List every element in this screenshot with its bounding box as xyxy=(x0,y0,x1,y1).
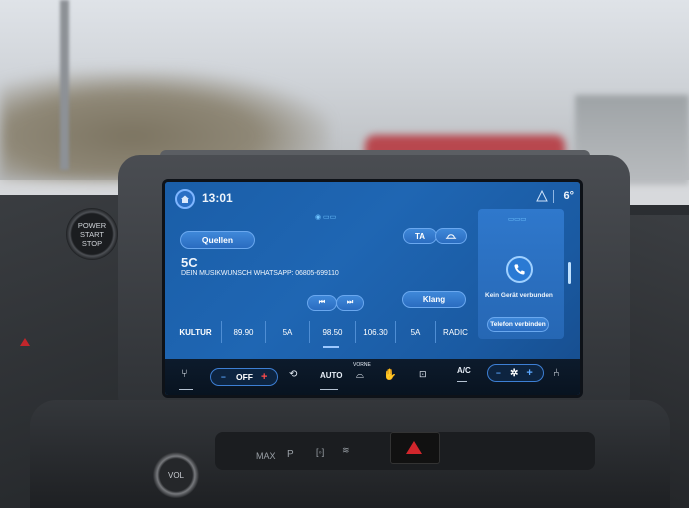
seat-heating-level xyxy=(179,389,193,390)
navigation-icon[interactable] xyxy=(536,190,548,202)
recirculation-icon[interactable]: ⟲ xyxy=(289,369,297,380)
phone-call-button[interactable] xyxy=(506,256,533,283)
home-button[interactable] xyxy=(175,189,195,209)
front-defrost-label: VORNE xyxy=(353,362,371,368)
preset-item[interactable]: KULTUR xyxy=(170,321,222,343)
preset-item[interactable]: 5A xyxy=(396,321,436,343)
page-indicator xyxy=(323,346,339,348)
auto-level xyxy=(320,389,338,390)
preset-item[interactable]: 5A xyxy=(266,321,310,343)
next-station-button[interactable]: ⏭ xyxy=(336,295,364,311)
temperature-control[interactable]: − ✲ + xyxy=(487,364,544,382)
power-start-stop-button[interactable]: POWER START STOP xyxy=(66,208,118,260)
vol-label: VOL xyxy=(167,470,184,480)
settings-icon xyxy=(445,233,457,239)
heated-steering-icon[interactable]: ✋ xyxy=(383,368,397,381)
fan-speed-icon: ✲ xyxy=(509,367,519,379)
climate-bar: ⑂ − OFF + ⟲ AUTO VORNE ⌓ ✋ ⊡ A/C − ✲ + ⑃ xyxy=(165,359,580,395)
phone-icon xyxy=(514,264,525,275)
start-label: START xyxy=(80,229,104,239)
seat-heating-passenger-icon[interactable]: ⑃ xyxy=(553,367,560,379)
station-name: 5C xyxy=(181,255,198,270)
phone-widget-header-icon: ▭▭▭ xyxy=(508,216,527,223)
infotainment-screen: 13:01 6° ◉ ▭▭ Quellen TA 5C DEIN MUSIKWU… xyxy=(165,182,580,395)
preset-bar: KULTUR 89.90 5A 98.50 106.30 5A RADIC xyxy=(170,321,475,343)
ac-button[interactable]: A/C xyxy=(457,366,471,375)
park-assist-button[interactable]: P xyxy=(287,449,294,460)
connect-phone-button[interactable]: Telefon verbinden xyxy=(487,317,549,332)
sources-button[interactable]: Quellen xyxy=(180,231,255,249)
preset-item[interactable]: RADIC xyxy=(436,321,475,343)
radio-text: DEIN MUSIKWUNSCH WHATSAPP: 06805-699110 xyxy=(181,270,339,277)
ac-level xyxy=(457,381,467,382)
volume-knob[interactable]: VOL xyxy=(153,452,199,498)
home-icon xyxy=(181,195,189,203)
fan-plus-button[interactable]: + xyxy=(261,371,267,383)
phone-status-text: Kein Gerät verbunden xyxy=(485,292,553,299)
fan-off-label: OFF xyxy=(235,372,253,382)
temp-plus-button[interactable]: + xyxy=(526,367,532,379)
sound-button[interactable]: Klang xyxy=(402,291,466,308)
hazard-icon xyxy=(406,441,422,454)
rear-window-icon[interactable]: ⊡ xyxy=(419,369,427,380)
front-defrost-icon[interactable]: ⌓ xyxy=(356,370,364,381)
preset-item[interactable]: 106.30 xyxy=(356,321,396,343)
radio-settings-button[interactable] xyxy=(435,228,467,244)
bluetooth-indicator-icon: ◉ ▭▭ xyxy=(315,214,337,221)
clock: 13:01 xyxy=(202,191,233,205)
rear-defrost-icon[interactable]: ≋ xyxy=(342,445,350,456)
auto-climate-button[interactable]: AUTO xyxy=(320,371,343,380)
fan-minus-button[interactable]: − xyxy=(221,372,226,382)
seat-heating-driver-icon[interactable]: ⑂ xyxy=(181,368,188,380)
outside-temperature: 6° xyxy=(563,190,574,202)
camera-icon[interactable]: [◦] xyxy=(316,447,324,457)
previous-station-button[interactable]: ⏮ xyxy=(307,295,337,311)
stop-label: STOP xyxy=(81,238,103,248)
background-pole xyxy=(60,0,69,170)
temp-minus-button[interactable]: − xyxy=(496,368,501,378)
traffic-announcement-button[interactable]: TA xyxy=(403,228,437,244)
status-divider xyxy=(553,190,554,203)
fan-control[interactable]: − OFF + xyxy=(210,368,278,386)
power-label: POWER xyxy=(77,220,107,230)
scrollbar[interactable] xyxy=(568,262,571,284)
preset-item[interactable]: 89.90 xyxy=(222,321,266,343)
max-defrost-button[interactable]: MAX xyxy=(256,451,276,461)
warning-indicator-icon xyxy=(20,338,30,346)
preset-item[interactable]: 98.50 xyxy=(310,321,356,343)
